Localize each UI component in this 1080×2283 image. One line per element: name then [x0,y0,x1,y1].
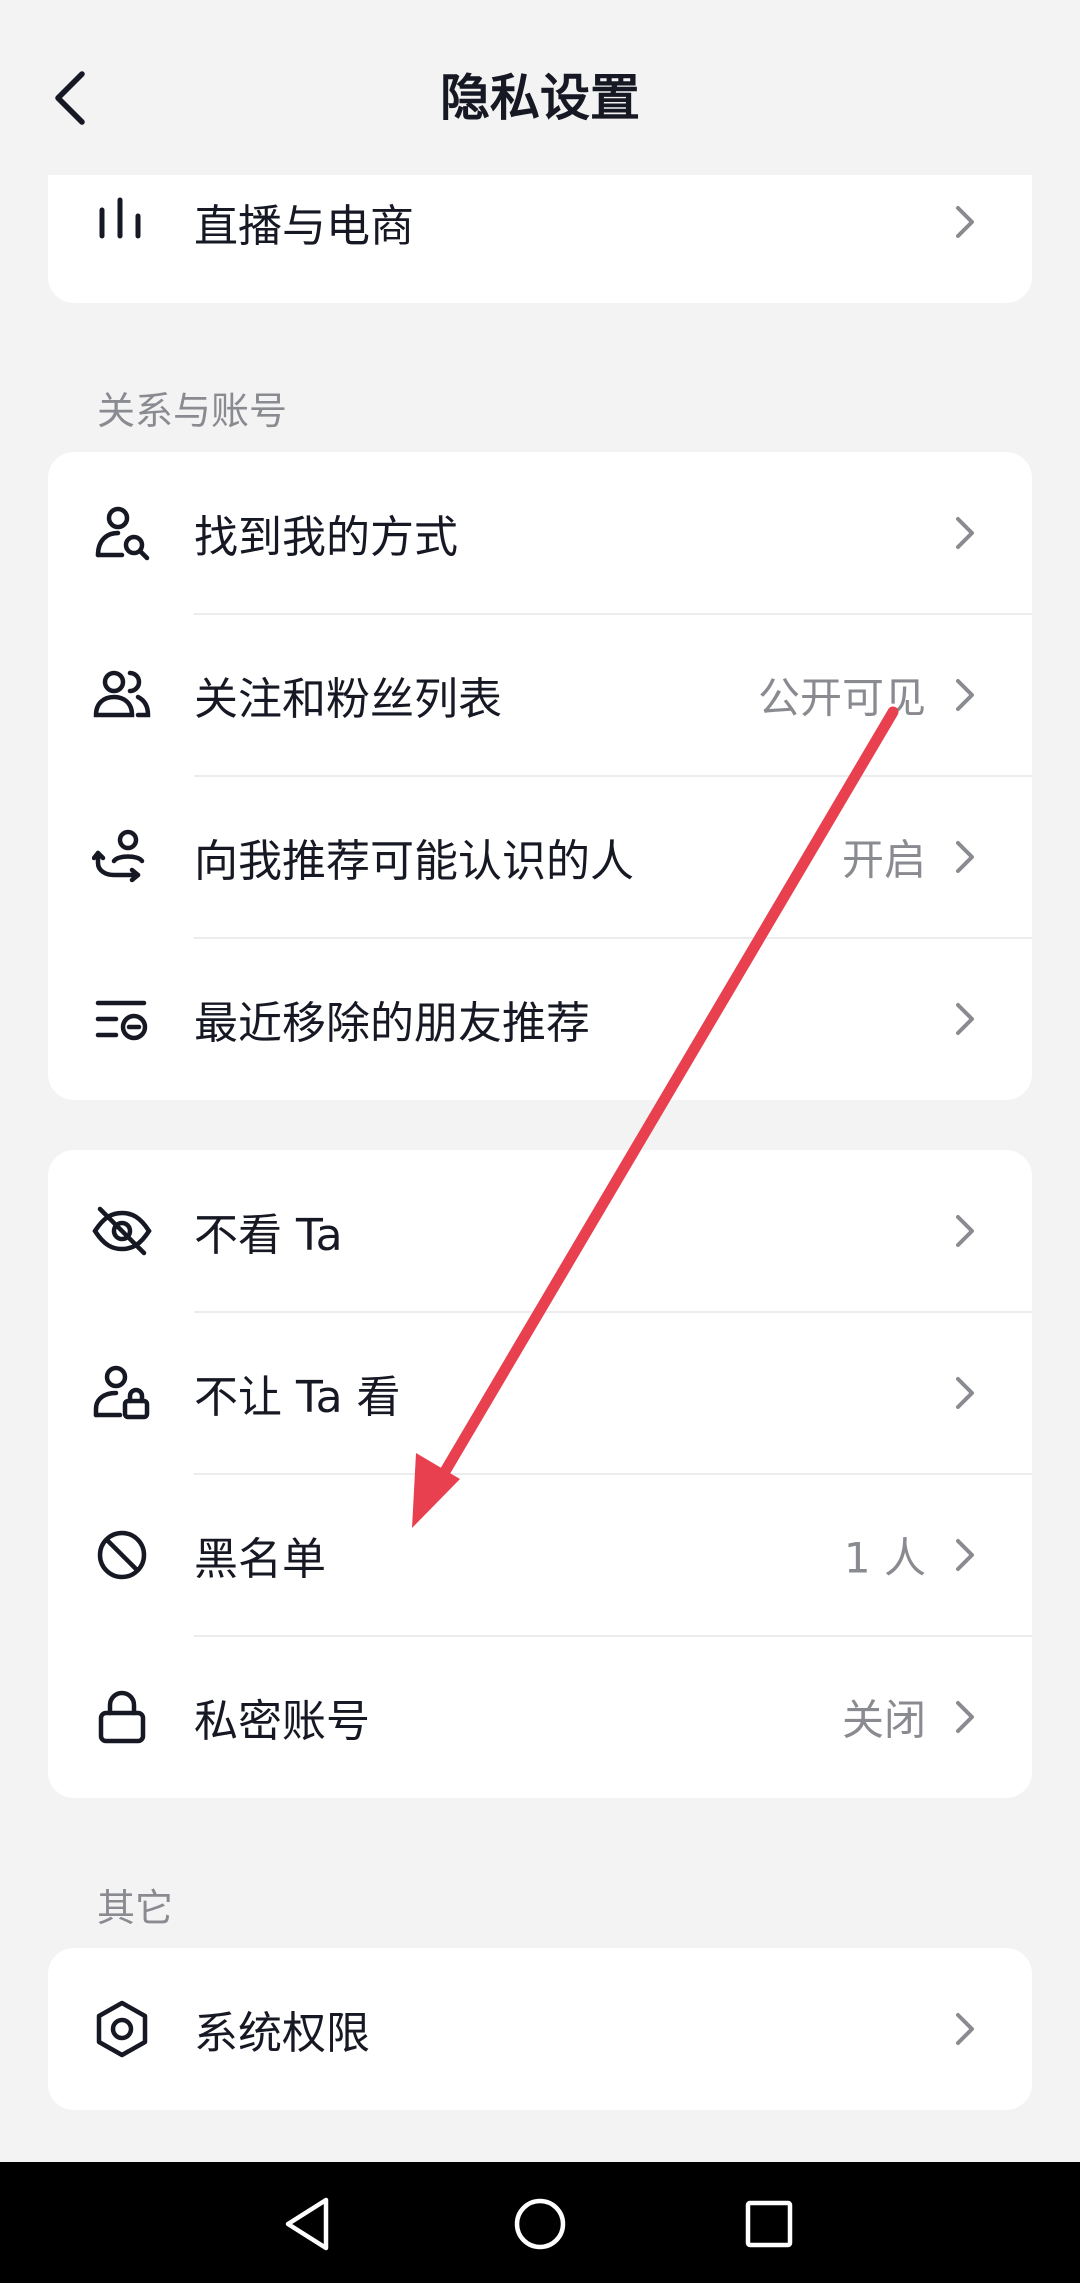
lock-icon [92,1687,152,1747]
row-value: 公开可见 [757,673,926,723]
nav-recents-icon [745,2200,793,2248]
row-label: 私密账号 [194,1696,370,1747]
row-label: 找到我的方式 [194,512,458,563]
row-value: 开启 [841,835,926,885]
header: 隐私设置 [0,0,1080,175]
row-value: 关闭 [841,1695,926,1745]
chevron-right-icon [950,999,980,1039]
user-link-icon [92,827,152,887]
card-block: 不看 Ta 不让 Ta 看 黑名单 1 人 私密账号 关闭 [48,1150,1032,1798]
row-recommend-people[interactable]: 向我推荐可能认识的人 开启 [48,776,1032,938]
row-dont-let-see[interactable]: 不让 Ta 看 [48,1312,1032,1474]
row-removed-recommend[interactable]: 最近移除的朋友推荐 [48,938,1032,1100]
row-live-commerce[interactable]: 直播与电商 [48,175,1032,303]
row-system-permissions[interactable]: 系统权限 [48,1948,1032,2110]
chevron-right-icon [950,2009,980,2049]
row-label: 黑名单 [194,1534,326,1585]
nav-back-icon [285,2197,329,2251]
row-label: 不看 Ta [194,1210,343,1261]
row-label: 直播与电商 [194,201,414,252]
user-lock-icon [92,1363,152,1423]
nav-home-button[interactable] [508,2192,572,2256]
card-other: 系统权限 [48,1948,1032,2110]
chevron-right-icon [950,202,980,242]
list-remove-icon [92,989,152,1049]
row-follow-list[interactable]: 关注和粉丝列表 公开可见 [48,614,1032,776]
chevron-right-icon [950,513,980,553]
nav-recents-button[interactable] [737,2192,801,2256]
chevron-right-icon [950,1373,980,1413]
chevron-right-icon [950,675,980,715]
hexagon-settings-icon [92,1999,152,2059]
block-icon [92,1525,152,1585]
row-find-me[interactable]: 找到我的方式 [48,452,1032,614]
bar-chart-icon [92,192,152,252]
section-title-other: 其它 [97,1886,174,1930]
eye-off-icon [92,1201,152,1261]
chevron-right-icon [950,1535,980,1575]
chevron-right-icon [950,1697,980,1737]
row-label: 不让 Ta 看 [194,1372,401,1423]
users-icon [92,665,152,725]
section-title-relations: 关系与账号 [97,389,288,433]
chevron-right-icon [950,837,980,877]
annotation-arrow [412,706,899,1528]
system-nav-bar [0,2162,1080,2283]
row-blacklist[interactable]: 黑名单 1 人 [48,1474,1032,1636]
user-search-icon [92,503,152,563]
card-live-commerce: 直播与电商 [48,175,1032,303]
nav-home-icon [514,2198,566,2250]
row-label: 向我推荐可能认识的人 [194,836,634,887]
row-value: 1 人 [843,1533,926,1583]
row-label: 关注和粉丝列表 [194,674,502,725]
row-dont-see[interactable]: 不看 Ta [48,1150,1032,1312]
row-label: 最近移除的朋友推荐 [194,998,590,1049]
row-label: 系统权限 [194,2008,370,2059]
nav-back-button[interactable] [276,2192,340,2256]
page-title: 隐私设置 [440,69,640,127]
card-relations: 找到我的方式 关注和粉丝列表 公开可见 向我推荐可能认识的人 开启 最近移除的朋… [48,452,1032,1100]
chevron-right-icon [950,1211,980,1251]
row-private-account[interactable]: 私密账号 关闭 [48,1636,1032,1798]
